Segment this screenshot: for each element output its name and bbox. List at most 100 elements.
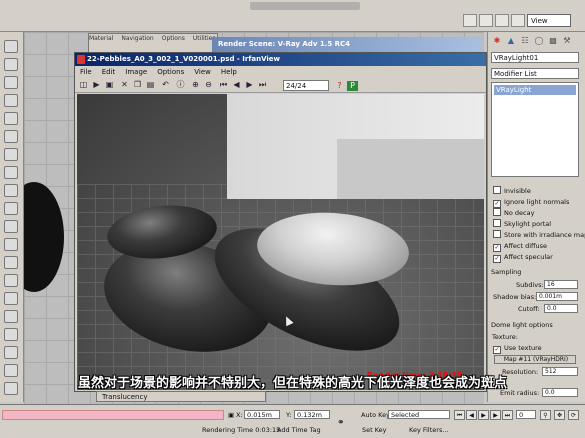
goto-start-icon[interactable]: ⏮ [454,410,465,420]
info-icon[interactable]: ⓘ [175,80,186,90]
checkbox-checked-icon[interactable]: ✓ [493,244,501,252]
filter-icon[interactable] [4,112,18,125]
irfanview-titlebar[interactable]: 22-Pebbles_A0_3_002_1_V020001.psd - Irfa… [75,53,486,66]
select-icon[interactable] [463,14,477,27]
play-icon[interactable]: ▶ [478,410,489,420]
option-affect-specular[interactable]: ✓ Affect specular [493,252,553,263]
lock-icon[interactable]: ▣ [228,411,234,419]
goto-end-icon[interactable]: ⏭ [502,410,513,420]
percent-snap-icon[interactable] [4,274,18,287]
utilities-tab-icon[interactable]: ⚒ [562,36,572,46]
modify-tab-icon[interactable]: ▲ [506,36,516,46]
unlink-icon[interactable] [4,76,18,89]
motion-tab-icon[interactable]: ◯ [534,36,544,46]
slideshow-icon[interactable]: ▶ [91,80,102,90]
display-tab-icon[interactable]: ▩ [548,36,558,46]
paint-icon[interactable]: P [347,81,358,91]
key-filters-button[interactable]: Key Filters... [409,426,449,434]
checkbox-icon[interactable] [493,219,501,227]
menu-edit[interactable]: Edit [102,68,116,76]
zoom-extents-icon[interactable]: ⚲ [540,410,551,420]
layer-icon[interactable] [4,328,18,341]
scale-tool-icon[interactable] [4,202,18,215]
menu-image[interactable]: Image [125,68,147,76]
prev-frame-icon[interactable]: ◀ [466,410,477,420]
align-icon[interactable] [4,310,18,323]
checkbox-icon[interactable] [493,208,501,216]
first-page-icon[interactable]: ⏮ [218,80,229,90]
menu-options[interactable]: Options [157,68,184,76]
zoom-out-icon[interactable]: ⊖ [203,80,214,90]
texture-map-button[interactable]: Map #11 (VRayHDRI) [494,355,576,364]
menu-options[interactable]: Options [162,35,185,42]
object-name-field[interactable]: VRayLight01 [491,52,579,63]
x-coordinate-field[interactable]: 0.015m [244,410,280,419]
save-icon[interactable]: ▣ [104,80,115,90]
menu-navigation[interactable]: Navigation [121,35,153,42]
zoom-in-icon[interactable]: ⊕ [190,80,201,90]
option-skylight-portal[interactable]: Skylight portal [493,219,551,229]
scale-icon[interactable] [511,14,525,27]
checkbox-icon[interactable] [493,230,501,238]
menu-file[interactable]: File [80,68,92,76]
current-frame-field[interactable]: 0 [516,410,536,419]
move-tool-icon[interactable] [4,166,18,179]
pivot-icon[interactable] [4,220,18,233]
delete-icon[interactable]: ✕ [119,80,130,90]
next-page-icon[interactable]: ▶ [244,80,255,90]
add-time-tag-button[interactable]: Add Time Tag [277,426,321,434]
render-scene-titlebar[interactable]: Render Scene: V-Ray Adv 1.5 RC4 [212,37,482,52]
select-region-icon[interactable] [4,130,18,143]
modifier-stack[interactable]: VRayLight [491,82,579,177]
curve-editor-icon[interactable] [4,346,18,359]
option-store-irradiance[interactable]: Store with irradiance map [493,230,585,240]
maxscript-listener-bar[interactable] [2,410,224,420]
copy-icon[interactable]: ❐ [132,80,143,90]
option-no-decay[interactable]: No decay [493,208,534,218]
menu-material[interactable]: Material [89,35,113,42]
rotate-icon[interactable] [495,14,509,27]
window-crossing-icon[interactable] [4,148,18,161]
option-affect-diffuse[interactable]: ✓ Affect diffuse [493,241,547,252]
checkbox-checked-icon[interactable]: ✓ [493,346,501,354]
menu-help[interactable]: Help [221,68,237,76]
checkbox-icon[interactable] [493,186,501,194]
snap-icon[interactable] [4,238,18,251]
orbit-icon[interactable]: ⟳ [568,410,579,420]
option-use-texture[interactable]: ✓ Use texture [493,343,542,354]
translucency-rollout[interactable]: Translucency [96,391,266,402]
stack-item-vraylight[interactable]: VRayLight [494,85,576,95]
menu-view[interactable]: View [194,68,211,76]
checkbox-checked-icon[interactable]: ✓ [493,255,501,263]
bind-icon[interactable] [4,94,18,107]
hierarchy-tab-icon[interactable]: ☷ [520,36,530,46]
rotate-tool-icon[interactable] [4,184,18,197]
auto-key-button[interactable]: Auto Key [361,411,390,419]
option-invisible[interactable]: Invisible [493,186,531,196]
checkbox-checked-icon[interactable]: ✓ [493,200,501,208]
pan-icon[interactable]: ✥ [554,410,565,420]
set-key-button[interactable]: Set Key [362,426,387,434]
shadow-bias-field[interactable]: 0.001m [536,292,578,301]
reference-coordinate-select[interactable]: View [527,14,571,27]
option-ignore-light-normals[interactable]: ✓ Ignore light normals [493,197,569,208]
key-icon[interactable]: ⚭ [337,418,345,428]
cutoff-field[interactable]: 0.0 [544,304,578,313]
last-page-icon[interactable]: ⏭ [257,80,268,90]
modifier-list-dropdown[interactable]: Modifier List [491,68,579,79]
move-icon[interactable] [479,14,493,27]
select-object-icon[interactable] [4,40,18,53]
selection-set-dropdown[interactable]: Selected [388,410,450,419]
previous-page-icon[interactable]: ◀ [231,80,242,90]
subdivs-field[interactable]: 16 [544,280,578,289]
undo-icon[interactable]: ↶ [160,80,171,90]
page-counter[interactable]: 24/24 [283,80,329,91]
create-tab-icon[interactable]: ✱ [492,36,502,46]
open-icon[interactable]: ◫ [78,80,89,90]
next-frame-icon[interactable]: ▶ [490,410,501,420]
angle-snap-icon[interactable] [4,256,18,269]
y-coordinate-field[interactable]: 0.132m [294,410,330,419]
help-icon[interactable]: ? [334,81,345,91]
mirror-icon[interactable] [4,292,18,305]
paste-icon[interactable]: ▤ [145,80,156,90]
